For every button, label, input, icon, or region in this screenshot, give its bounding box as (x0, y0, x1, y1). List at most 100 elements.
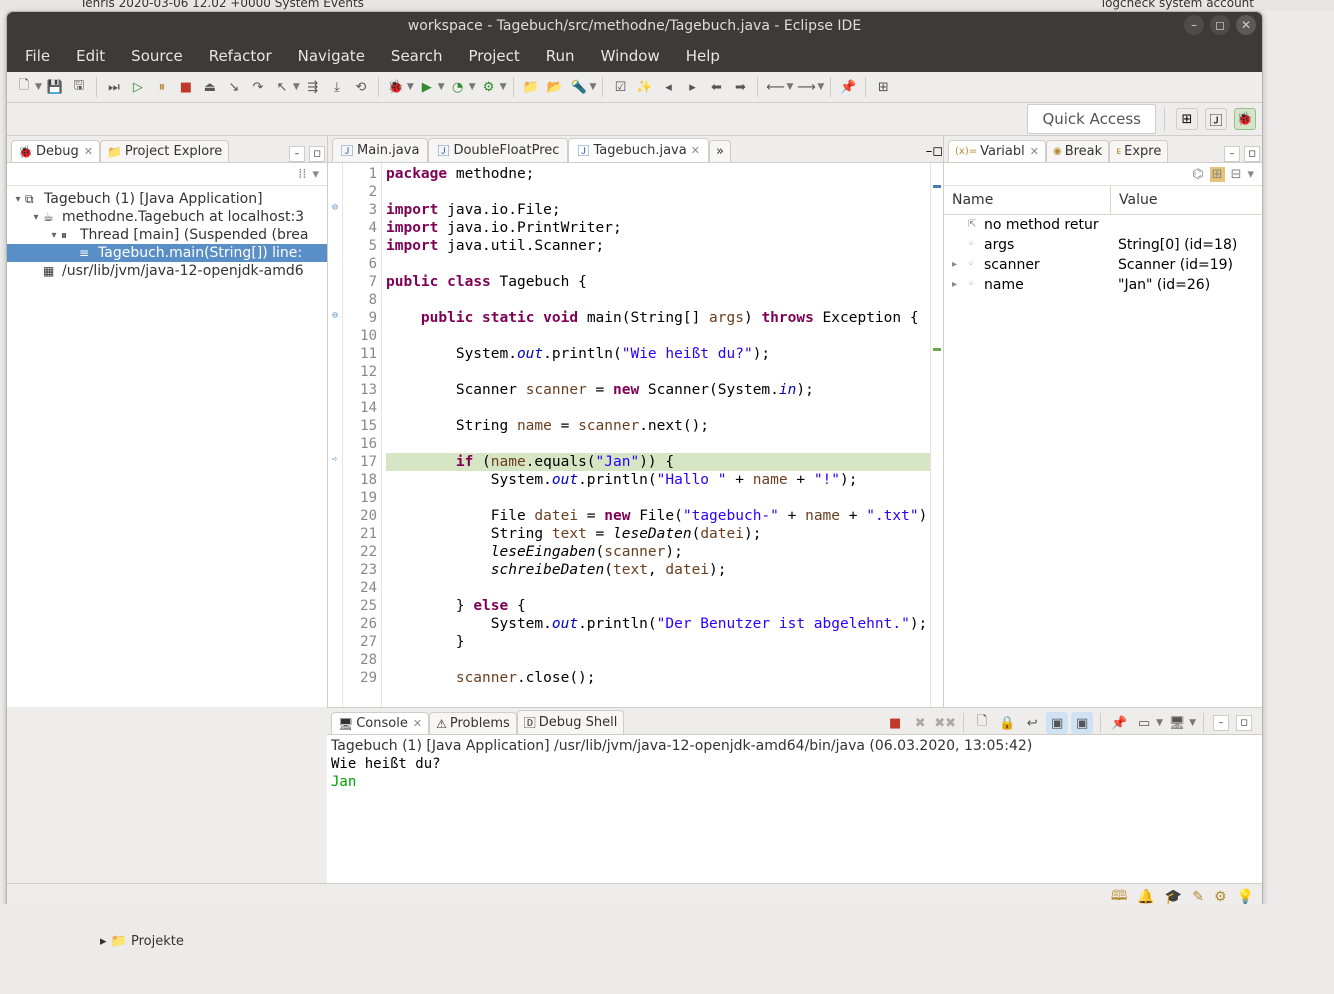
variable-row[interactable]: ▸◦scannerScanner (id=19) (944, 255, 1262, 275)
open-console-icon[interactable]: 🖥 (1166, 712, 1188, 734)
close-tab-icon[interactable]: ✕ (1030, 145, 1039, 158)
stop-icon[interactable]: ■ (175, 76, 197, 98)
menu-run[interactable]: Run (534, 41, 587, 71)
menu-help[interactable]: Help (674, 41, 732, 71)
code-line[interactable]: leseEingaben(scanner);​ (386, 543, 930, 561)
samples-icon[interactable]: 🎓 (1165, 889, 1182, 905)
code-line[interactable]: Scanner scanner = new Scanner(System.in)… (386, 381, 930, 399)
minimize-view-icon[interactable]: – (1224, 146, 1240, 162)
code-line[interactable]: ​ (386, 579, 930, 597)
pin-icon[interactable]: 📌 (837, 76, 859, 98)
clear-console-icon[interactable]: 🗋 (971, 712, 993, 734)
tab-problems[interactable]: ⚠Problems (429, 712, 517, 734)
resume-icon[interactable]: ▷ (127, 76, 149, 98)
tree-row[interactable]: ▾⧉Tagebuch (1) [Java Application] (7, 190, 327, 208)
tab-variabl[interactable]: (x)=Variabl ✕ (948, 140, 1046, 162)
skip-icon[interactable]: ⏭ (103, 76, 125, 98)
name-column[interactable]: Name (944, 186, 1111, 214)
code-line[interactable]: public static void main(String[] args) t… (386, 309, 930, 327)
code-line[interactable]: System.out.println("Wie heißt du?");​ (386, 345, 930, 363)
maximize-view-icon[interactable]: ◻ (1244, 146, 1260, 162)
nav-fwd-icon[interactable]: ⟶ (795, 76, 817, 98)
dropdown-icon[interactable]: ▼ (1189, 718, 1196, 728)
dropdown-icon[interactable]: ▼ (590, 82, 597, 92)
view-menu-icon[interactable]: ▾ (1247, 167, 1254, 182)
code-line[interactable]: String name = scanner.next();​ (386, 417, 930, 435)
tree-row[interactable]: ▦/usr/lib/jvm/java-12-openjdk-amd6 (7, 262, 327, 280)
minimize-view-icon[interactable]: – (1213, 715, 1229, 731)
code-line[interactable]: if (name.equals("Jan")) {​ (386, 453, 930, 471)
dropdown-icon[interactable]: ▼ (35, 82, 42, 92)
twistie-icon[interactable]: ▸ (952, 279, 964, 291)
folder-icon[interactable]: 📁 (520, 76, 542, 98)
code-line[interactable]: import java.io.File;​ (386, 201, 930, 219)
minimize-button[interactable]: – (1184, 15, 1204, 35)
dropdown-icon[interactable]: ▼ (407, 82, 414, 92)
console-output[interactable]: Tagebuch (1) [Java Application] /usr/lib… (327, 735, 1262, 883)
variable-row[interactable]: ◦argsString[0] (id=18) (944, 235, 1262, 255)
code-line[interactable]: ​ (386, 363, 930, 381)
step-return-icon[interactable]: ↖ (271, 76, 293, 98)
tree-row[interactable]: ≡Tagebuch.main(String[]) line: (7, 244, 327, 262)
code-line[interactable]: System.out.println("Der Benutzer ist abg… (386, 615, 930, 633)
menu-source[interactable]: Source (119, 41, 195, 71)
dropdown-icon[interactable]: ▼ (1156, 718, 1163, 728)
tab-expre[interactable]: ᴇExpre (1109, 140, 1168, 162)
disconnect-icon[interactable]: ⏏ (199, 76, 221, 98)
show-type-names-icon[interactable]: ⌬ (1192, 167, 1203, 182)
code-line[interactable]: ​ (386, 651, 930, 669)
menu-window[interactable]: Window (589, 41, 672, 71)
maximize-view-icon[interactable]: ◻ (1236, 715, 1252, 731)
code-line[interactable]: package methodne;​ (386, 165, 930, 183)
tree-row[interactable]: ▾☕methodne.Tagebuch at localhost:3 (7, 208, 327, 226)
twistie-icon[interactable]: ▸ (952, 259, 964, 271)
wand-icon[interactable]: ✨ (633, 76, 655, 98)
variables-header[interactable]: Name Value (944, 186, 1262, 215)
debug-tree[interactable]: ▾⧉Tagebuch (1) [Java Application]▾☕metho… (7, 186, 327, 707)
pin-console-icon[interactable]: 📌 (1108, 712, 1130, 734)
dropdown-icon[interactable]: ▼ (817, 82, 824, 92)
show-logical-icon[interactable]: ⊞ (1210, 167, 1225, 182)
back-icon[interactable]: ⬅ (705, 76, 727, 98)
code-line[interactable]: schreibeDaten(text, datei);​ (386, 561, 930, 579)
display-selected-icon[interactable]: ▭ (1133, 712, 1155, 734)
code-line[interactable]: ​ (386, 435, 930, 453)
prev-icon[interactable]: ◂ (657, 76, 679, 98)
twistie-icon[interactable]: ▾ (29, 212, 43, 223)
tab-debug[interactable]: 🐞Debug ✕ (11, 140, 100, 162)
step-filters-icon[interactable]: ⇶ (302, 76, 324, 98)
variable-row[interactable]: ▸◦name"Jan" (id=26) (944, 275, 1262, 295)
remove-launch-icon[interactable]: ✖ (909, 712, 931, 734)
menu-refactor[interactable]: Refactor (197, 41, 284, 71)
minimize-view-icon[interactable]: – (289, 146, 305, 162)
variable-row[interactable]: ⇱no method retur (944, 215, 1262, 235)
debug-view-menu-icon[interactable]: ⁞⁞ (298, 167, 306, 182)
twistie-icon[interactable]: ▾ (47, 230, 61, 241)
code-line[interactable]: }​ (386, 633, 930, 651)
updates-icon[interactable]: 🔔 (1137, 889, 1154, 905)
show-when-stderr-icon[interactable]: ▣ (1071, 712, 1093, 734)
code-line[interactable]: System.out.println("Hallo " + name + "!"… (386, 471, 930, 489)
dropdown-icon[interactable]: ▼ (500, 82, 507, 92)
editor-tab[interactable]: 🄹DoubleFloatPrec (428, 138, 568, 162)
tab-break[interactable]: ◉Break (1046, 140, 1109, 162)
fwd-icon[interactable]: ➡ (729, 76, 751, 98)
debug-perspective-icon[interactable]: 🐞 (1234, 108, 1256, 130)
remove-all-icon[interactable]: ✖✖ (934, 712, 956, 734)
debug-icon[interactable]: 🐞 (385, 76, 407, 98)
save-all-icon[interactable]: 🖫 (68, 76, 90, 98)
dropdown-icon[interactable]: ▼ (293, 82, 300, 92)
dropdown-icon[interactable]: ▼ (786, 82, 793, 92)
editor-tab[interactable]: » (709, 140, 731, 162)
editor-tab[interactable]: 🄹Main.java (332, 138, 428, 162)
word-wrap-icon[interactable]: ↩ (1021, 712, 1043, 734)
folder-open-icon[interactable]: 📂 (544, 76, 566, 98)
code-line[interactable]: ​ (386, 327, 930, 345)
close-tab-icon[interactable]: ✕ (691, 144, 700, 157)
tab-console[interactable]: 🖥Console ✕ (331, 712, 429, 734)
code-line[interactable]: } else {​ (386, 597, 930, 615)
maximize-view-icon[interactable]: ◻ (309, 146, 325, 162)
nav-back-icon[interactable]: ⟵ (764, 76, 786, 98)
twistie-icon[interactable]: ▾ (11, 194, 25, 205)
terminate-icon[interactable]: ■ (884, 712, 906, 734)
